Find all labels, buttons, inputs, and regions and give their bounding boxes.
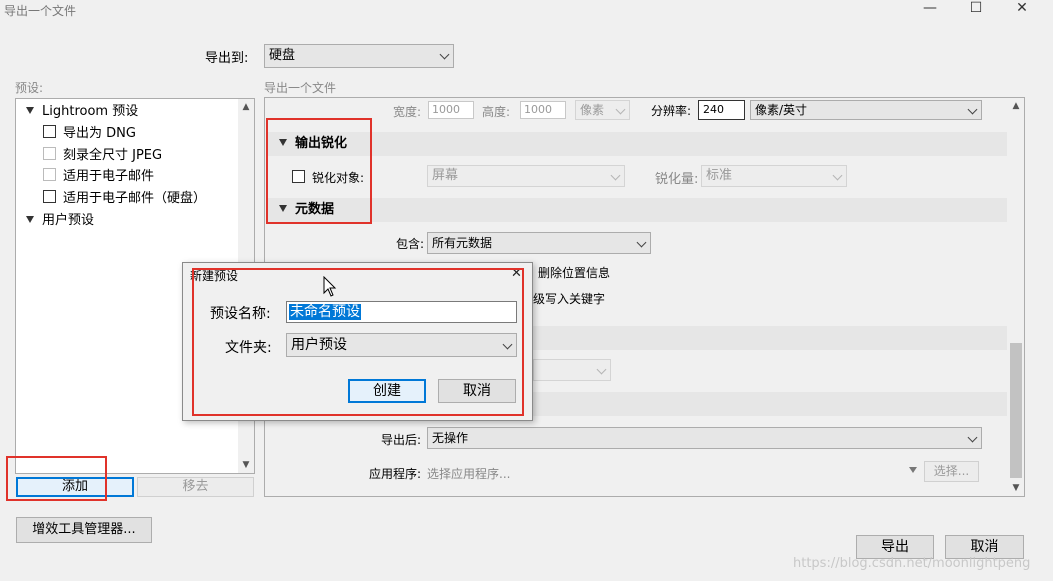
chevron-down-icon: [967, 432, 978, 443]
window-title: 导出一个文件: [4, 4, 77, 18]
chevron-down-icon: [439, 49, 450, 60]
main-heading: 导出一个文件: [264, 81, 337, 95]
preset-item-label: 刻录全尺寸 JPEG: [63, 148, 163, 163]
include-select[interactable]: 所有元数据: [427, 232, 651, 254]
width-input[interactable]: 1000: [428, 101, 474, 119]
preset-item-jpeg[interactable]: 刻录全尺寸 JPEG: [43, 145, 162, 167]
sharpen-target-value: 屏幕: [432, 168, 459, 183]
checkbox-icon: [43, 168, 56, 181]
chevron-down-icon: [596, 364, 607, 375]
height-label: 高度:: [482, 105, 511, 119]
presets-label: 预设:: [15, 81, 44, 95]
export-to-value: 硬盘: [269, 48, 296, 63]
chevron-down-icon: [636, 237, 647, 248]
size-unit-value: 像素: [580, 103, 605, 117]
mouse-cursor-icon: [323, 276, 337, 297]
export-to-select[interactable]: 硬盘: [264, 44, 454, 68]
chevron-down-icon: [610, 170, 621, 181]
scrollbar-thumb[interactable]: [1010, 343, 1022, 478]
sharpen-amount-value: 标准: [706, 168, 733, 183]
export-to-label: 导出到:: [205, 51, 249, 66]
settings-scrollbar[interactable]: ▲ ▼: [1008, 98, 1024, 496]
preset-item-label: 导出为 DNG: [63, 126, 136, 141]
preset-item-label: 适用于电子邮件: [63, 169, 155, 184]
preset-item-email[interactable]: 适用于电子邮件: [43, 166, 154, 188]
remove-location-label: 删除位置信息: [538, 266, 611, 280]
choose-app-button[interactable]: 选择...: [924, 461, 979, 482]
scroll-down-icon[interactable]: ▼: [1008, 483, 1024, 493]
preset-item-dng[interactable]: 导出为 DNG: [43, 123, 136, 145]
highlight-box-add: [6, 456, 107, 501]
after-export-value: 无操作: [432, 431, 469, 445]
highlight-box-sections: [266, 118, 372, 224]
chevron-down-icon: [967, 104, 978, 115]
application-input[interactable]: 选择应用程序...: [427, 465, 510, 482]
application-label: 应用程序:: [369, 467, 422, 481]
close-button[interactable]: ✕: [1000, 0, 1044, 18]
scroll-up-icon[interactable]: ▲: [238, 102, 254, 112]
preset-group-lightroom[interactable]: Lightroom 预设: [26, 101, 138, 123]
preset-item-email-disk[interactable]: 适用于电子邮件（硬盘）: [43, 188, 206, 210]
sharpen-amount-select[interactable]: 标准: [701, 165, 847, 187]
checkbox-icon: [43, 190, 56, 203]
preset-item-label: 适用于电子邮件（硬盘）: [63, 191, 207, 206]
dropdown-triangle-icon[interactable]: [909, 467, 917, 473]
expand-triangle-icon: [26, 216, 34, 223]
chevron-down-icon: [615, 104, 626, 115]
watermark-text: https://blog.csdn.net/moonlightpeng: [793, 556, 1031, 571]
size-unit-select[interactable]: 像素: [575, 100, 630, 120]
scroll-down-icon[interactable]: ▼: [238, 460, 254, 470]
sharpen-amount-label: 锐化量:: [655, 172, 699, 187]
highlight-box-dialog: [192, 268, 524, 416]
width-label: 宽度:: [393, 105, 422, 119]
remove-location-checkbox[interactable]: 删除位置信息: [538, 264, 610, 281]
scroll-up-icon[interactable]: ▲: [1008, 101, 1024, 111]
metadata-header[interactable]: 元数据: [267, 198, 1007, 222]
height-input[interactable]: 1000: [520, 101, 566, 119]
chevron-down-icon: [832, 170, 843, 181]
maximize-button[interactable]: ☐: [954, 0, 998, 18]
include-label: 包含:: [396, 237, 425, 251]
remove-preset-button[interactable]: 移去: [137, 477, 254, 497]
preset-group-label: Lightroom 预设: [42, 104, 139, 119]
output-sharpening-header[interactable]: 输出锐化: [267, 132, 1007, 156]
keywords-label: 级写入关键字: [533, 292, 606, 306]
resolution-label: 分辨率:: [651, 104, 692, 118]
resolution-unit-value: 像素/英寸: [755, 103, 808, 117]
minimize-button[interactable]: —: [908, 0, 952, 18]
partial-select[interactable]: [533, 359, 611, 381]
after-export-select[interactable]: 无操作: [427, 427, 982, 449]
preset-group-label: 用户预设: [42, 213, 95, 228]
include-value: 所有元数据: [432, 236, 493, 250]
checkbox-icon: [43, 125, 56, 138]
preset-group-user[interactable]: 用户预设: [26, 210, 94, 232]
resolution-unit-select[interactable]: 像素/英寸: [750, 100, 982, 120]
expand-triangle-icon: [26, 107, 34, 114]
new-preset-dialog: 新建预设 ✕ 预设名称: 未命名预设 文件夹: 用户预设 创建 取消: [182, 262, 533, 421]
resolution-input[interactable]: 240: [698, 100, 745, 120]
plugin-manager-button[interactable]: 增效工具管理器...: [16, 517, 152, 543]
sharpen-target-select[interactable]: 屏幕: [427, 165, 625, 187]
after-export-label: 导出后:: [381, 433, 422, 447]
checkbox-icon: [43, 147, 56, 160]
